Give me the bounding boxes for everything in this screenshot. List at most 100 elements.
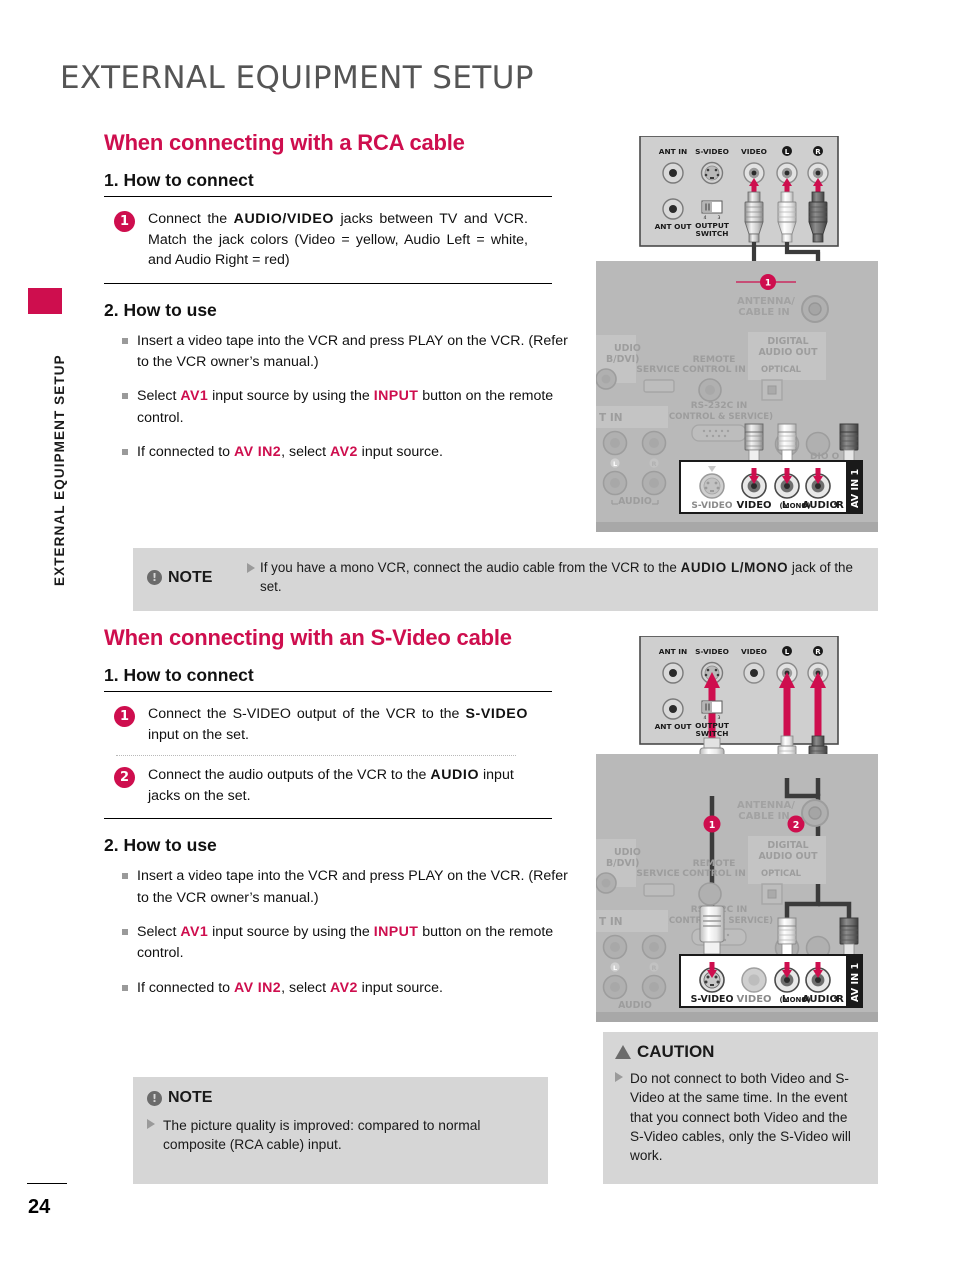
step-item: 2 Connect the audio outputs of the VCR t…: [114, 765, 574, 806]
svg-text:L: L: [613, 964, 617, 972]
body-text: , select: [281, 979, 330, 996]
svg-text:SERVICE: SERVICE: [636, 868, 680, 879]
svg-text:VIDEO: VIDEO: [736, 500, 771, 511]
av-in-1-block: AV IN 1 S-VIDEO VIDEO L (MONO) AUDIO R: [679, 954, 863, 1008]
accent-text: AV1: [180, 388, 209, 405]
triangle-bullet-icon: [615, 1072, 623, 1082]
svg-text:OPTICAL: OPTICAL: [761, 868, 802, 878]
vcr-rear-panel: ANT IN S-VIDEO VIDEO L R ANT OUT 4 3 OUT…: [639, 636, 839, 745]
body-text: If connected to: [137, 979, 235, 996]
list-item: If connected to AV IN2, select AV2 input…: [122, 978, 574, 999]
body-text: , select: [281, 443, 330, 460]
body-text: input source by using the: [208, 388, 374, 405]
step-text: Connect the S-VIDEO output of the VCR to…: [148, 704, 528, 745]
svg-text:(CONTROL & SERVICE): (CONTROL & SERVICE): [665, 412, 773, 422]
body-text: input on the set.: [148, 726, 249, 743]
sidebar-vertical-label: EXTERNAL EQUIPMENT SETUP: [52, 354, 67, 586]
step-number-badge: 2: [114, 767, 135, 789]
page-title: EXTERNAL EQUIPMENT SETUP: [60, 60, 534, 96]
page-number: 24: [28, 1196, 51, 1218]
body-text: input source by using the: [208, 923, 374, 940]
note-title: ! NOTE: [147, 1089, 534, 1107]
body-text: Connect the audio outputs of the VCR to …: [148, 767, 431, 784]
exclamation-circle-icon: !: [147, 570, 162, 586]
step-text: Connect the AUDIO/VIDEO jacks between TV…: [148, 209, 528, 271]
caution-box: CAUTION Do not connect to both Video and…: [603, 1032, 878, 1184]
svg-text:L: L: [613, 460, 617, 468]
svg-text:RS-232C IN: RS-232C IN: [691, 401, 748, 411]
svg-text:R: R: [815, 648, 821, 656]
emphasis-text: AUDIO/VIDEO: [233, 211, 335, 227]
svg-text:S-VIDEO: S-VIDEO: [691, 501, 732, 511]
subheading-how-to-connect-rca: 1. How to connect: [104, 170, 254, 190]
note-label: NOTE: [168, 1089, 213, 1106]
svg-text:ANT OUT: ANT OUT: [655, 222, 692, 231]
body-text: Connect the: [148, 211, 234, 227]
triangle-bullet-icon: [147, 1119, 155, 1129]
section-heading-svideo: When connecting with an S-Video cable: [104, 625, 512, 650]
caution-body: Do not connect to both Video and S-Video…: [630, 1071, 851, 1164]
sidebar: EXTERNAL EQUIPMENT SETUP 24: [0, 0, 67, 1272]
svg-text:VIDEO: VIDEO: [741, 647, 767, 656]
svg-text:AUDIO OUT: AUDIO OUT: [758, 347, 818, 358]
caution-title: CAUTION: [615, 1042, 866, 1062]
body-text: input source.: [357, 443, 443, 460]
svg-text:S-VIDEO: S-VIDEO: [695, 147, 729, 156]
svg-text:VIDEO: VIDEO: [741, 147, 767, 156]
note-box-mono-vcr: ! NOTE If you have a mono VCR, connect t…: [133, 548, 878, 611]
list-item: Select AV1 input source by using the INP…: [122, 922, 574, 965]
divider: [104, 196, 552, 197]
body-text: Select: [137, 923, 181, 940]
svg-text:SWITCH: SWITCH: [696, 229, 729, 238]
svg-text:2: 2: [793, 820, 800, 831]
svg-text:DIGITAL: DIGITAL: [767, 840, 808, 851]
svideo-plug-bottom: [699, 905, 725, 955]
vcr-rear-panel: ANT IN S-VIDEO VIDEO L R ANT OUT 4 3 OUT…: [639, 136, 839, 247]
step-item: 1 Connect the S-VIDEO output of the VCR …: [114, 704, 574, 745]
svg-text:T IN: T IN: [599, 412, 623, 424]
diagram-svideo-connection: ANT IN S-VIDEO VIDEO L R ANT OUT 4 3 OUT…: [596, 636, 878, 1022]
list-item: Select AV1 input source by using the INP…: [122, 386, 574, 429]
svg-text:ANT IN: ANT IN: [659, 147, 687, 156]
svg-text:R: R: [836, 994, 844, 1005]
svg-text:R: R: [652, 460, 657, 468]
sidebar-accent-tab: [28, 288, 62, 314]
svg-text:L: L: [785, 648, 790, 656]
emphasis-text: AUDIO: [430, 767, 480, 784]
exclamation-circle-icon: !: [147, 1090, 162, 1106]
svg-text:AUDIO: AUDIO: [802, 500, 838, 511]
svg-text:DIGITAL: DIGITAL: [767, 336, 808, 347]
step-text: Connect the audio outputs of the VCR to …: [148, 765, 528, 806]
dotted-divider: [116, 755, 516, 757]
divider: [104, 282, 552, 284]
svg-text:AUDIO: AUDIO: [802, 994, 838, 1005]
body-text: If connected to: [137, 443, 235, 460]
svg-text:AV IN 1: AV IN 1: [850, 469, 861, 508]
svg-text:UDIO: UDIO: [614, 343, 641, 354]
bullet-list-svideo: Insert a video tape into the VCR and pre…: [122, 866, 574, 998]
svg-text:B/DVI): B/DVI): [606, 354, 639, 365]
section-heading-rca: When connecting with a RCA cable: [104, 130, 465, 155]
svg-text:CONTROL IN: CONTROL IN: [682, 364, 746, 375]
svg-text:L: L: [785, 148, 790, 156]
svg-text:OPTICAL: OPTICAL: [761, 364, 802, 374]
av-in-1-block: AV IN 1 S-VIDEO VIDEO L (MONO) AUDIO R: [679, 460, 863, 514]
body-text: Insert a video tape into the VCR and pre…: [137, 332, 568, 371]
step-number-badge: 1: [114, 211, 135, 232]
subheading-how-to-use-rca: 2. How to use: [104, 299, 217, 320]
list-item: Insert a video tape into the VCR and pre…: [122, 866, 574, 909]
svg-text:S-VIDEO: S-VIDEO: [695, 647, 729, 656]
svg-text:R: R: [815, 148, 821, 156]
svg-text:1: 1: [765, 279, 771, 289]
svg-text:AUDIO: AUDIO: [618, 1000, 652, 1011]
step-number-badge: 1: [114, 706, 135, 727]
note-body: The picture quality is improved: compare…: [163, 1118, 481, 1153]
accent-text: INPUT: [373, 388, 419, 405]
accent-text: AV IN2: [234, 979, 282, 996]
subheading-how-to-connect-svideo: 1. How to connect: [104, 665, 254, 685]
divider: [104, 691, 552, 692]
tv-rear-panel: 1 ANTENNA/ CABLE IN DIGITAL AUDIO OUT OP…: [596, 261, 878, 532]
svg-text:UDIO: UDIO: [614, 847, 641, 858]
svg-text:ANT OUT: ANT OUT: [655, 722, 692, 731]
list-item: Insert a video tape into the VCR and pre…: [122, 331, 574, 374]
